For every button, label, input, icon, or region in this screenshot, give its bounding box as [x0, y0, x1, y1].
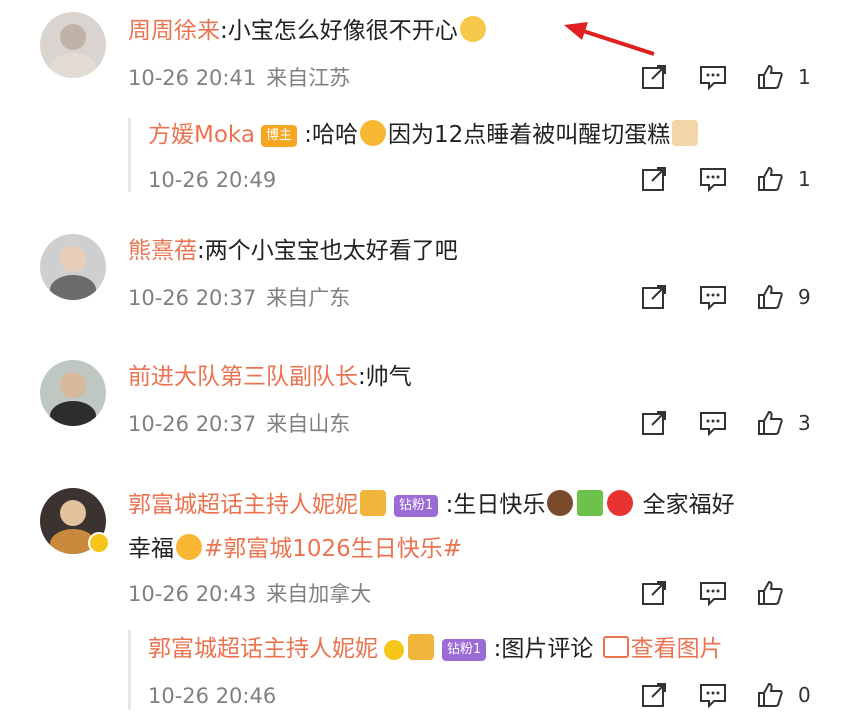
share-button[interactable] [640, 578, 668, 608]
like-button[interactable]: 1 [756, 164, 811, 194]
comment-username[interactable]: 前进大队第三队副队长 [128, 364, 358, 390]
cake-emoji-icon [547, 490, 574, 516]
topic-link[interactable]: #郭富城1026生日快乐# [204, 536, 462, 562]
fan-level-badge: 钻粉1 [394, 495, 439, 517]
share-button[interactable] [640, 680, 668, 710]
comment-date: 10-26 20:37 [128, 286, 257, 310]
comment-text-line2: 幸福 [128, 536, 174, 562]
comment-button[interactable] [698, 578, 728, 608]
like-button[interactable]: 0 [756, 680, 811, 710]
comment-item: 前进大队第三队副队长:帅气 10-26 20:37 来自山东 3 [0, 346, 850, 456]
reply-username[interactable]: 郭富城超话主持人妮妮 [148, 636, 378, 662]
comment-button[interactable] [698, 164, 728, 194]
like-count: 3 [798, 411, 811, 435]
heart-emoji-icon [607, 490, 634, 516]
share-icon [642, 411, 666, 435]
like-button[interactable] [756, 578, 784, 608]
comment-icon [700, 582, 726, 607]
comment-icon [700, 412, 726, 437]
like-button[interactable]: 3 [756, 408, 811, 438]
comment-icon [700, 168, 726, 193]
comment-icon [700, 66, 726, 91]
verified-icon [384, 640, 404, 660]
comment-button[interactable] [698, 680, 728, 710]
crown-icon [360, 490, 386, 516]
like-button[interactable]: 9 [756, 282, 811, 312]
share-button[interactable] [640, 164, 668, 194]
like-count: 1 [798, 65, 811, 89]
like-count: 1 [798, 167, 811, 191]
comment-icon [700, 684, 726, 709]
reply-text: :哈哈 [304, 122, 359, 148]
reply-text-cont: 因为12点睡着被叫醒切蛋糕 [388, 122, 671, 148]
thumbs-up-icon [758, 64, 783, 89]
reply-divider [128, 630, 131, 710]
thumbs-up-icon [758, 284, 783, 309]
grimace-emoji-icon [459, 16, 486, 42]
share-icon [642, 65, 666, 89]
comment-button[interactable] [698, 282, 728, 312]
comment-location: 来自江苏 [266, 66, 351, 90]
author-badge: 博主 [260, 125, 297, 147]
view-image-link[interactable]: 查看图片 [631, 636, 723, 662]
reply-date: 10-26 20:49 [148, 168, 277, 192]
comment-date: 10-26 20:37 [128, 412, 257, 436]
comment-date: 10-26 20:43 [128, 582, 257, 606]
avatar[interactable] [40, 12, 106, 78]
like-count: 0 [798, 683, 811, 707]
share-button[interactable] [640, 408, 668, 438]
comment-icon [700, 286, 726, 311]
comment-item: 熊熹蓓:两个小宝宝也太好看了吧 10-26 20:37 来自广东 9 [0, 220, 850, 330]
comment-location: 来自广东 [266, 286, 351, 310]
comment-location: 来自加拿大 [266, 582, 372, 606]
share-icon [642, 167, 666, 191]
thumbs-up-icon [758, 580, 783, 605]
cake-emoji-icon [672, 120, 699, 146]
comment-username[interactable]: 周周徐来 [128, 18, 220, 44]
comment-text: :小宝怎么好像很不开心 [220, 18, 458, 44]
comment-date: 10-26 20:41 [128, 66, 257, 90]
reply-date: 10-26 20:46 [148, 684, 277, 708]
share-icon [642, 581, 666, 605]
comment-username[interactable]: 郭富城超话主持人妮妮 [128, 492, 358, 518]
crown-icon [408, 634, 434, 660]
verified-badge-icon [88, 532, 110, 554]
share-icon [642, 285, 666, 309]
laughing-emoji-icon [360, 120, 387, 146]
gift-emoji-icon [577, 490, 604, 516]
share-button[interactable] [640, 282, 668, 312]
comment-text: :两个小宝宝也太好看了吧 [197, 238, 458, 264]
comment-button[interactable] [698, 62, 728, 92]
comment-button[interactable] [698, 408, 728, 438]
share-icon [642, 683, 666, 707]
comment-item: 周周徐来:小宝怎么好像很不开心 10-26 20:41 来自江苏 1 方媛Moka… [0, 0, 850, 210]
image-icon [602, 636, 629, 658]
thumbs-up-icon [758, 166, 783, 191]
share-button[interactable] [640, 62, 668, 92]
comment-username[interactable]: 熊熹蓓 [128, 238, 197, 264]
comment-text: :生日快乐 [445, 492, 546, 518]
comment-item: 郭富城超话主持人妮妮 钻粉1 :生日快乐 全家福好 幸福 #郭富城1026生日快乐#… [0, 474, 850, 720]
avatar[interactable] [40, 234, 106, 300]
like-button[interactable]: 1 [756, 62, 811, 92]
reply-text: :图片评论 [493, 636, 594, 662]
kiss-emoji-icon [176, 534, 202, 560]
comment-text-cont: 全家福好 [642, 492, 735, 518]
like-count: 9 [798, 285, 811, 309]
fan-level-badge: 钻粉1 [442, 639, 487, 661]
thumbs-up-icon [758, 682, 783, 707]
reply-divider [128, 118, 131, 192]
comment-location: 来自山东 [266, 412, 351, 436]
comment-text: :帅气 [358, 364, 412, 390]
avatar[interactable] [40, 360, 106, 426]
reply-username[interactable]: 方媛Moka [148, 122, 255, 148]
thumbs-up-icon [758, 410, 783, 435]
